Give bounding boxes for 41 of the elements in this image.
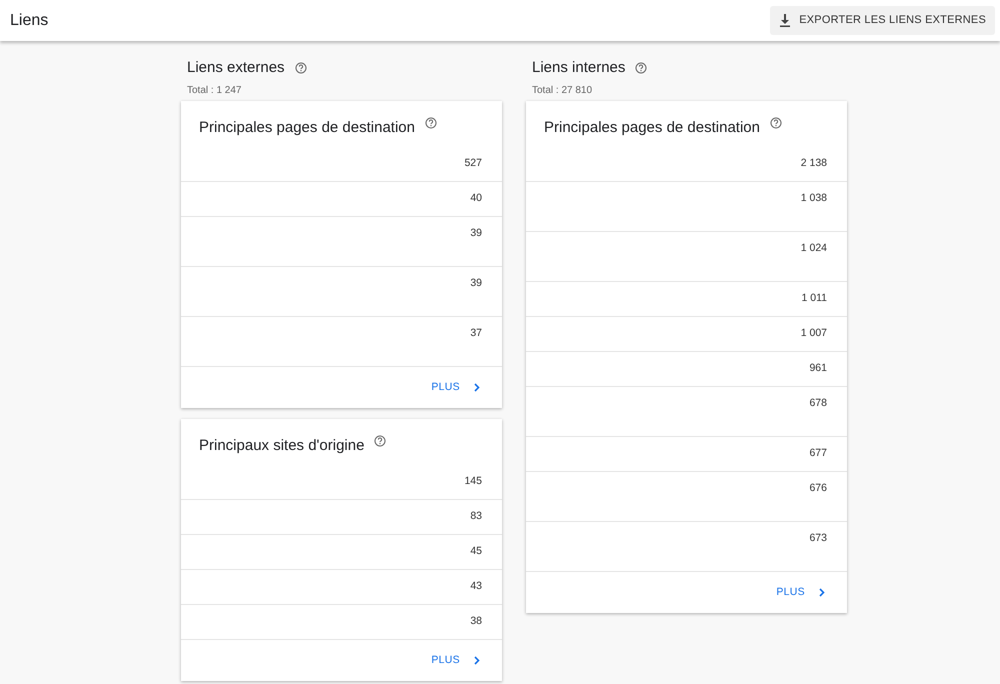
section-title: Liens internes: [531, 59, 626, 77]
link-count: 145: [464, 474, 482, 489]
link-count: 678: [809, 396, 827, 411]
link-count: 676: [809, 481, 827, 496]
link-count: 83: [470, 509, 482, 524]
link-count: 39: [470, 226, 482, 241]
link-count: 1 007: [800, 326, 827, 341]
link-count: 37: [470, 326, 482, 341]
card-title: Principaux sites d'origine: [199, 436, 364, 456]
card-title: Principales pages de destination: [544, 118, 760, 138]
help-icon[interactable]: [374, 435, 386, 447]
link-count: 527: [464, 156, 482, 171]
link-count: 40: [470, 191, 482, 206]
chevron-right-icon: [474, 383, 480, 392]
link-count: 677: [809, 446, 827, 461]
download-icon: [779, 14, 792, 27]
link-count: 39: [470, 276, 482, 291]
card-title: Principales pages de destination: [199, 118, 415, 138]
chevron-right-icon: [819, 588, 825, 597]
link-count: 38: [470, 614, 482, 629]
link-count: 673: [809, 531, 827, 546]
more-link[interactable]: PLUS: [776, 584, 825, 600]
link-count: 1 024: [800, 241, 827, 256]
link-count: 1 011: [802, 291, 827, 306]
link-count: 2 138: [800, 156, 827, 171]
total-count: Total : 1 247: [186, 85, 242, 96]
help-icon[interactable]: [294, 62, 307, 74]
link-count: 961: [809, 361, 827, 376]
help-icon[interactable]: [635, 62, 648, 74]
help-icon[interactable]: [770, 117, 782, 129]
link-count: 1 038: [800, 191, 827, 206]
chevron-right-icon: [474, 656, 480, 665]
help-icon[interactable]: [424, 117, 437, 129]
section-title: Liens externes: [186, 59, 285, 77]
total-count: Total : 27 810: [531, 85, 592, 96]
page-title: Liens: [10, 10, 48, 30]
link-count: 43: [470, 579, 482, 594]
more-link[interactable]: PLUS: [431, 652, 480, 668]
more-link[interactable]: PLUS: [431, 380, 480, 396]
link-count: 45: [470, 544, 482, 559]
export-button[interactable]: EXPORTER LES LIENS EXTERNES: [770, 6, 995, 35]
